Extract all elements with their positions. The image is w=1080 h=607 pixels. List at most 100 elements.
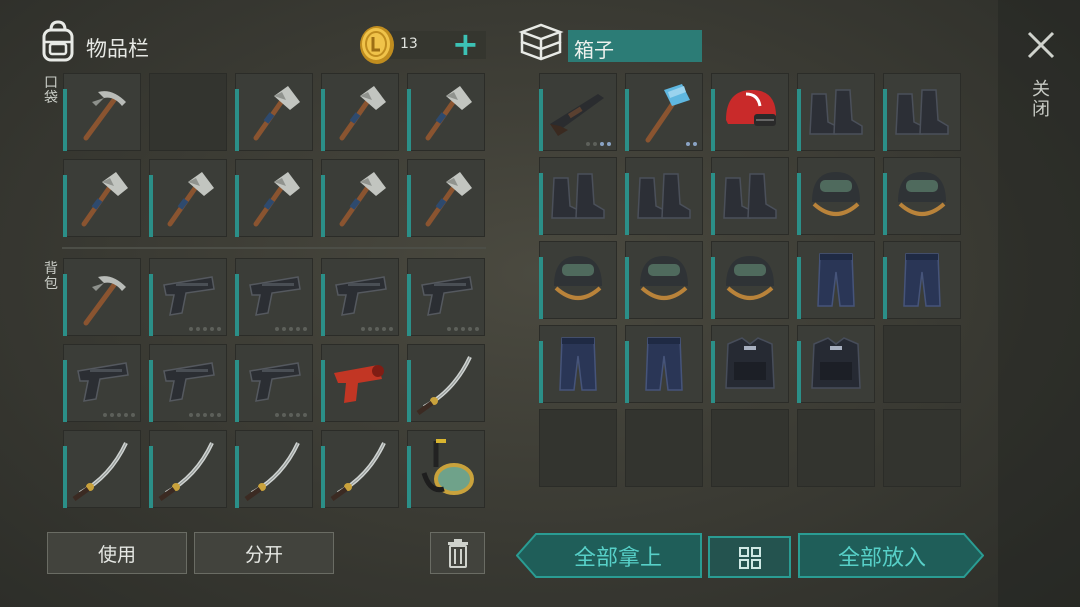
- ammo-dots: [586, 142, 611, 146]
- sort-grid-button[interactable]: [708, 536, 791, 578]
- box-slot-shotgun[interactable]: [539, 73, 617, 151]
- police-vest-icon: [725, 337, 775, 389]
- box-slot-police-pants[interactable]: [625, 325, 703, 403]
- boots-icon: [637, 173, 691, 219]
- backpack-slot-katana[interactable]: [321, 430, 399, 508]
- box-slot-military-helmet[interactable]: [539, 241, 617, 319]
- katana-icon: [158, 442, 214, 501]
- ammo-dot: [203, 413, 207, 417]
- box-slot-boots[interactable]: [539, 157, 617, 235]
- backpack-slot-pistol[interactable]: [63, 344, 141, 422]
- coin-icon: [358, 25, 396, 65]
- ammo-dot: [217, 413, 221, 417]
- police-pants-icon: [903, 253, 941, 307]
- box-slot-military-helmet[interactable]: [797, 157, 875, 235]
- ammo-dot: [382, 327, 386, 331]
- ammo-dot: [475, 327, 479, 331]
- ammo-dot: [289, 327, 293, 331]
- durability-bar: [63, 446, 67, 508]
- ammo-dot: [693, 142, 697, 146]
- shotgun-icon: [550, 94, 604, 136]
- pocket-slot-hatchet[interactable]: [321, 73, 399, 151]
- pocket-slot-hatchet[interactable]: [235, 73, 313, 151]
- durability-bar: [797, 173, 801, 235]
- backpack-slot-katana[interactable]: [63, 430, 141, 508]
- durability-bar: [407, 89, 411, 151]
- use-button[interactable]: 使用: [47, 532, 187, 574]
- backpack-slot-pistol[interactable]: [149, 258, 227, 336]
- backpack-slot-pistol[interactable]: [235, 344, 313, 422]
- box-slot-empty[interactable]: [711, 409, 789, 487]
- box-slot-police-vest[interactable]: [797, 325, 875, 403]
- ammo-dot: [282, 327, 286, 331]
- military-helmet-icon: [640, 256, 688, 300]
- backpack-slot-diving-goggles[interactable]: [407, 430, 485, 508]
- pocket-slot-hatchet[interactable]: [149, 159, 227, 237]
- box-slot-boots[interactable]: [625, 157, 703, 235]
- box-slot-empty[interactable]: [539, 409, 617, 487]
- split-button[interactable]: 分开: [194, 532, 334, 574]
- box-slot-police-pants[interactable]: [539, 325, 617, 403]
- box-slot-empty[interactable]: [883, 325, 961, 403]
- ammo-dot: [203, 327, 207, 331]
- box-slot-empty[interactable]: [625, 409, 703, 487]
- box-slot-red-helmet[interactable]: [711, 73, 789, 151]
- box-slot-police-pants[interactable]: [883, 241, 961, 319]
- pocket-slot-hatchet[interactable]: [407, 73, 485, 151]
- durability-bar: [149, 274, 153, 336]
- backpack-label: 背包: [44, 261, 58, 292]
- durability-bar: [883, 257, 887, 319]
- durability-bar: [539, 173, 543, 235]
- box-slot-boots[interactable]: [711, 157, 789, 235]
- ammo-dot: [454, 327, 458, 331]
- pocket-slot-empty[interactable]: [149, 73, 227, 151]
- ammo-dot: [296, 327, 300, 331]
- durability-bar: [539, 341, 543, 403]
- take-all-button[interactable]: 全部拿上: [516, 533, 702, 578]
- pocket-slot-pickaxe[interactable]: [63, 73, 141, 151]
- box-slot-police-pants[interactable]: [797, 241, 875, 319]
- police-pants-icon: [645, 337, 683, 391]
- ammo-dot: [275, 327, 279, 331]
- backpack-slot-pistol[interactable]: [321, 258, 399, 336]
- police-pants-icon: [559, 337, 597, 391]
- backpack-slot-pickaxe[interactable]: [63, 258, 141, 336]
- durability-bar: [235, 446, 239, 508]
- box-slot-military-helmet[interactable]: [625, 241, 703, 319]
- ammo-dot: [131, 413, 135, 417]
- trash-button[interactable]: [430, 532, 485, 574]
- backpack-slot-flare-gun[interactable]: [321, 344, 399, 422]
- pocket-slot-hatchet[interactable]: [63, 159, 141, 237]
- take-all-label: 全部拿上: [573, 546, 662, 571]
- durability-bar: [797, 257, 801, 319]
- durability-bar: [321, 89, 325, 151]
- ammo-dots: [275, 413, 307, 417]
- backpack-slot-pistol[interactable]: [235, 258, 313, 336]
- close-label[interactable]: 关闭: [1030, 80, 1052, 120]
- box-slot-military-helmet[interactable]: [883, 157, 961, 235]
- pocket-slot-hatchet[interactable]: [407, 159, 485, 237]
- backpack-slot-katana[interactable]: [407, 344, 485, 422]
- box-slot-sledgehammer[interactable]: [625, 73, 703, 151]
- put-all-button[interactable]: 全部放入: [798, 533, 984, 578]
- ammo-dot: [447, 327, 451, 331]
- box-name-field[interactable]: 箱子: [568, 30, 702, 62]
- box-slot-boots[interactable]: [797, 73, 875, 151]
- box-slot-police-vest[interactable]: [711, 325, 789, 403]
- box-slot-military-helmet[interactable]: [711, 241, 789, 319]
- add-coins-button[interactable]: +: [452, 26, 479, 62]
- backpack-slot-katana[interactable]: [235, 430, 313, 508]
- durability-bar: [63, 89, 67, 151]
- box-slot-empty[interactable]: [883, 409, 961, 487]
- pocket-slot-hatchet[interactable]: [321, 159, 399, 237]
- backpack-slot-katana[interactable]: [149, 430, 227, 508]
- box-slot-boots[interactable]: [883, 73, 961, 151]
- backpack-slot-pistol[interactable]: [407, 258, 485, 336]
- close-button[interactable]: [1024, 28, 1058, 62]
- ammo-dot: [593, 142, 597, 146]
- durability-bar: [625, 257, 629, 319]
- pocket-slot-hatchet[interactable]: [235, 159, 313, 237]
- box-slot-empty[interactable]: [797, 409, 875, 487]
- pickaxe-icon: [83, 276, 126, 326]
- backpack-slot-pistol[interactable]: [149, 344, 227, 422]
